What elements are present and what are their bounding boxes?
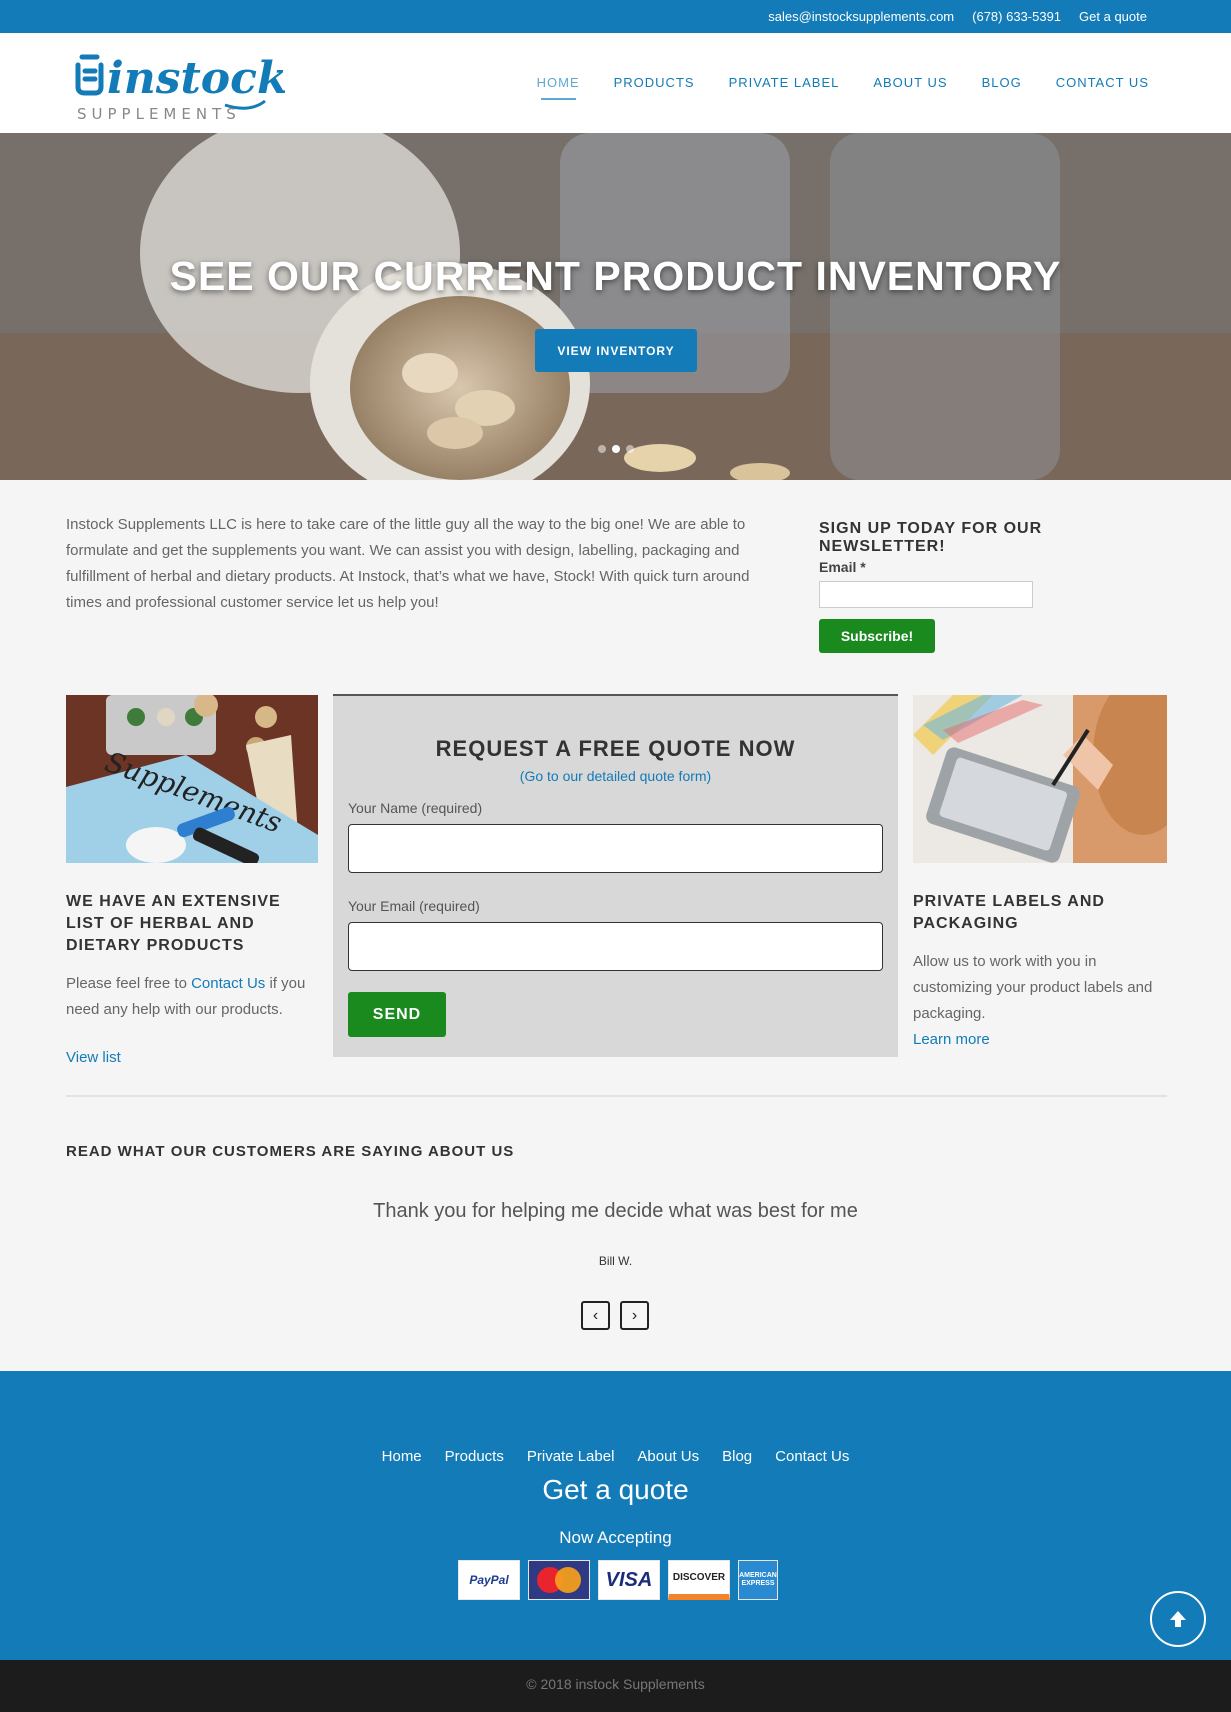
name-input[interactable] xyxy=(348,824,883,873)
footer-quote-link[interactable]: Get a quote xyxy=(0,1474,1231,1506)
newsletter-title: SIGN UP TODAY FOR OUR NEWSLETTER! xyxy=(819,520,1043,555)
chevron-right-icon[interactable]: › xyxy=(620,1301,649,1330)
top-quote-link[interactable]: Get a quote xyxy=(1079,9,1147,24)
subscribe-button[interactable]: Subscribe! xyxy=(819,619,935,653)
chevron-left-icon[interactable]: ‹ xyxy=(581,1301,610,1330)
copyright-text: © 2018 instock Supplements xyxy=(526,1676,705,1692)
view-list-link[interactable]: View list xyxy=(66,1049,318,1066)
top-email-link[interactable]: sales@instocksupplements.com xyxy=(768,9,954,24)
site-logo[interactable]: instock SUPPLEMENTS xyxy=(75,43,285,123)
products-text-before: Please feel free to xyxy=(66,975,192,992)
nav-item-private-label[interactable]: PRIVATE LABEL xyxy=(729,75,840,90)
labels-heading: PRIVATE LABELS AND PACKAGING xyxy=(913,893,1105,932)
nav-item-products[interactable]: PRODUCTS xyxy=(614,75,695,90)
testimonials-heading: READ WHAT OUR CUSTOMERS ARE SAYING ABOUT… xyxy=(66,1143,515,1160)
logo-wordmark: instock xyxy=(107,53,285,104)
footer-link-about-us[interactable]: About Us xyxy=(637,1448,699,1465)
products-text: Please feel free to Contact Us if you ne… xyxy=(66,971,318,1023)
footer-link-private-label[interactable]: Private Label xyxy=(527,1448,615,1465)
payment-cards: PayPal VISA DISCOVER AMERICAN EXPRESS xyxy=(458,1560,778,1600)
nav-item-home[interactable]: HOME xyxy=(537,75,580,100)
products-column: Supplements WE HAVE AN EXTENSIVE LIST OF… xyxy=(66,695,318,1066)
products-heading: WE HAVE AN EXTENSIVE LIST OF HERBAL AND … xyxy=(66,893,281,954)
footer-link-home[interactable]: Home xyxy=(382,1448,422,1465)
newsletter-email-label: Email * xyxy=(819,559,866,575)
discover-icon: DISCOVER xyxy=(668,1560,730,1600)
testimonial-nav: ‹ › xyxy=(581,1301,649,1330)
amex-icon: AMERICAN EXPRESS xyxy=(738,1560,778,1600)
main-nav: HOME PRODUCTS PRIVATE LABEL ABOUT US BLOG CON… xyxy=(537,75,1149,100)
supplements-image: Supplements xyxy=(66,695,318,863)
arrow-up-icon xyxy=(1170,1611,1186,1627)
testimonial-quote: Thank you for helping me decide what was… xyxy=(373,1200,858,1222)
newsletter-signup: SIGN UP TODAY FOR OUR NEWSLETTER! Email … xyxy=(819,520,1159,653)
footer-link-contact-us[interactable]: Contact Us xyxy=(775,1448,849,1465)
nav-item-contact-us[interactable]: CONTACT US xyxy=(1056,75,1149,90)
top-bar: sales@instocksupplements.com (678) 633-5… xyxy=(0,0,1231,33)
nav-item-about-us[interactable]: ABOUT US xyxy=(873,75,947,90)
nav-item-blog[interactable]: BLOG xyxy=(982,75,1022,90)
learn-more-link[interactable]: Learn more xyxy=(913,1031,990,1048)
contact-us-link[interactable]: Contact Us xyxy=(191,975,265,992)
logo-subtitle: SUPPLEMENTS xyxy=(77,105,241,123)
newsletter-email-input[interactable] xyxy=(819,581,1033,608)
top-phone-link[interactable]: (678) 633-5391 xyxy=(972,9,1061,24)
send-button[interactable]: SEND xyxy=(348,992,446,1037)
labels-text: Allow us to work with you in customizing… xyxy=(913,949,1167,1053)
detailed-quote-link[interactable]: (Go to our detailed quote form) xyxy=(333,768,898,784)
email-field-label: Your Email (required) xyxy=(348,898,480,914)
section-divider xyxy=(66,1095,1167,1097)
testimonial-author: Bill W. xyxy=(598,1254,633,1268)
top-bar-links: sales@instocksupplements.com (678) 633-5… xyxy=(768,9,1147,24)
footer-link-blog[interactable]: Blog xyxy=(722,1448,752,1465)
slider-dot[interactable] xyxy=(626,445,634,453)
scroll-top-button[interactable] xyxy=(1150,1591,1206,1647)
now-accepting-label: Now Accepting xyxy=(559,1528,672,1547)
site-footer: Home Products Private Label About Us Blog Con… xyxy=(0,1371,1231,1660)
slider-dots xyxy=(598,445,634,453)
quote-form-title: REQUEST A FREE QUOTE NOW xyxy=(435,736,796,761)
intro-text: Instock Supplements LLC is here to take … xyxy=(66,516,750,611)
slider-dot[interactable] xyxy=(598,445,606,453)
site-header: instock SUPPLEMENTS HOME PRODUCTS PRIVATE … xyxy=(0,33,1231,133)
hero-background-image xyxy=(0,133,1231,480)
slider-dot[interactable] xyxy=(612,445,620,453)
labels-column: PRIVATE LABELS AND PACKAGING Allow us to… xyxy=(913,695,1167,1053)
email-input[interactable] xyxy=(348,922,883,971)
name-field-label: Your Name (required) xyxy=(348,800,483,816)
view-inventory-button[interactable]: VIEW INVENTORY xyxy=(535,329,697,372)
labels-text-body: Allow us to work with you in customizing… xyxy=(913,953,1153,1022)
footer-link-products[interactable]: Products xyxy=(445,1448,504,1465)
hero-title: SEE OUR CURRENT PRODUCT INVENTORY xyxy=(169,253,1062,299)
mastercard-icon xyxy=(528,1560,590,1600)
copyright-bar: © 2018 instock Supplements xyxy=(0,1660,1231,1712)
hero-slider: SEE OUR CURRENT PRODUCT INVENTORY VIEW I… xyxy=(0,133,1231,480)
designer-tablet-image xyxy=(913,695,1167,863)
visa-icon: VISA xyxy=(598,1560,660,1600)
quote-form: REQUEST A FREE QUOTE NOW (Go to our deta… xyxy=(333,694,898,1057)
paypal-icon: PayPal xyxy=(458,1560,520,1600)
footer-nav: Home Products Private Label About Us Blog Con… xyxy=(0,1448,1231,1465)
